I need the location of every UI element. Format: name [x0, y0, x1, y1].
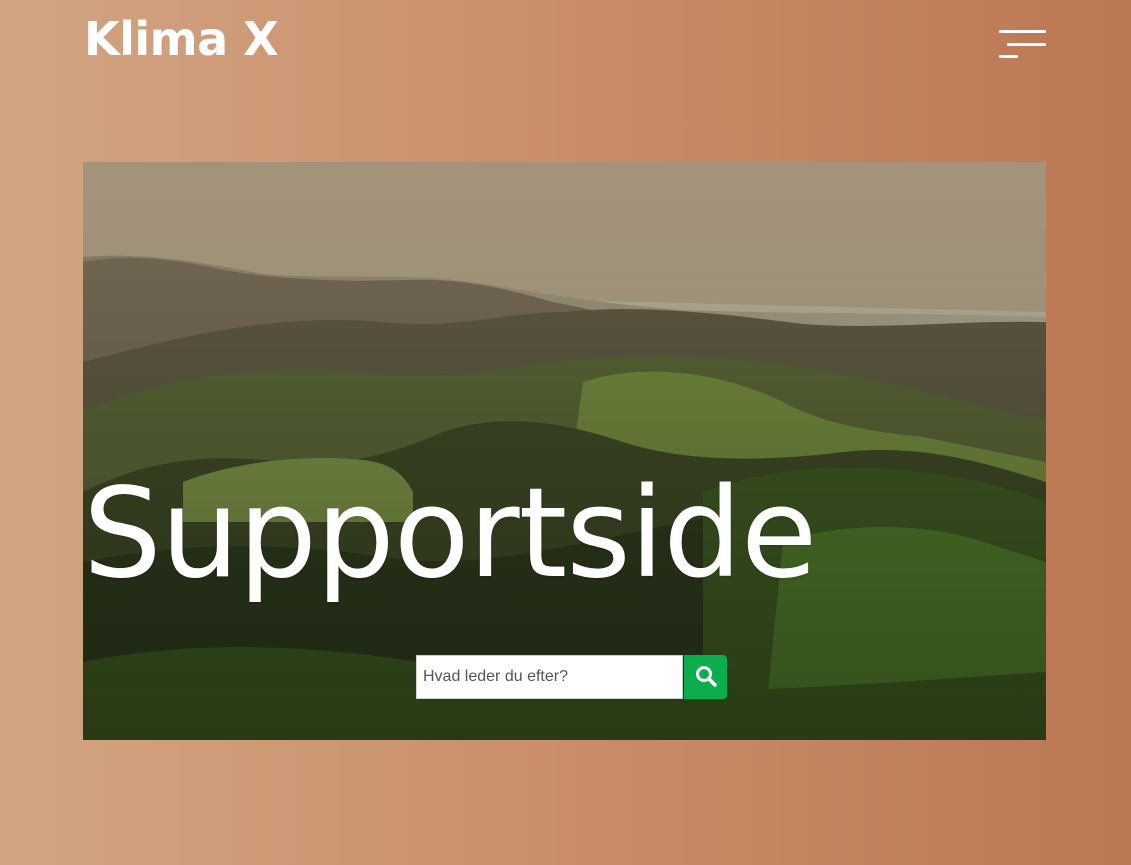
search-input[interactable] — [416, 655, 683, 699]
site-logo[interactable]: Klima X — [84, 16, 279, 62]
search-form — [416, 655, 727, 699]
search-button[interactable] — [684, 655, 727, 699]
page-title: Supportside — [83, 462, 817, 606]
hero-landscape-image — [83, 162, 1046, 740]
search-icon — [694, 664, 718, 691]
menu-button[interactable] — [996, 28, 1048, 62]
hero-banner: Supportside — [83, 162, 1046, 740]
